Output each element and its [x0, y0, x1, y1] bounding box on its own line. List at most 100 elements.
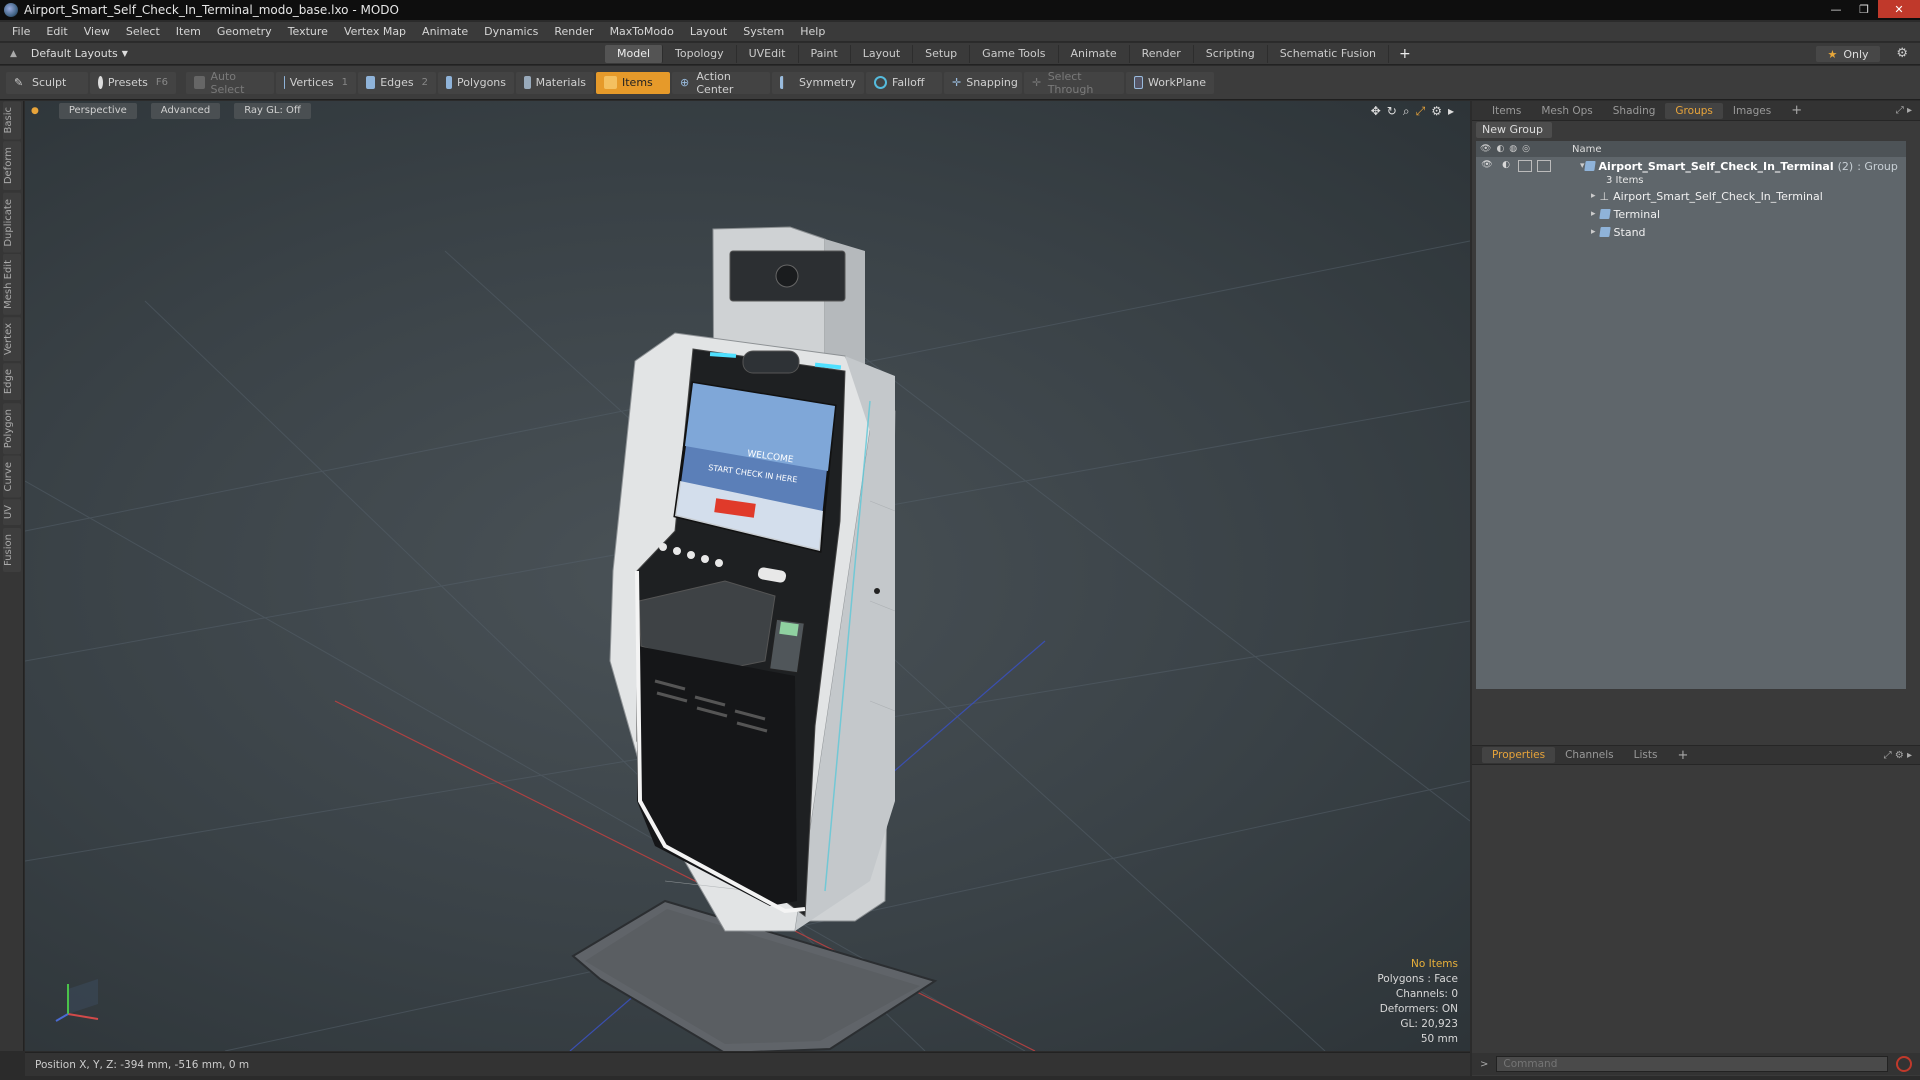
only-button[interactable]: ★ Only — [1816, 46, 1880, 62]
tab-uvedit[interactable]: UVEdit — [737, 45, 799, 63]
visibility-header-icon[interactable]: 👁 — [1480, 144, 1491, 154]
tab-channels[interactable]: Channels — [1555, 749, 1624, 761]
tab-animate[interactable]: Animate — [1059, 45, 1130, 63]
items-button[interactable]: Items — [596, 71, 670, 94]
render-header-icon[interactable]: ◐ — [1496, 144, 1504, 154]
edges-button[interactable]: Edges 2 — [358, 71, 436, 94]
presets-button[interactable]: Presets F6 — [90, 71, 176, 94]
axis-gizmo — [55, 979, 99, 1022]
list-item[interactable]: ▸ ⊥ Airport_Smart_Self_Check_In_Terminal — [1476, 187, 1906, 205]
fit-icon[interactable]: ⤢ — [1416, 104, 1426, 119]
action-center-button[interactable]: ⊕ Action Center — [672, 70, 770, 96]
panel-expand-icon[interactable]: ⤢ ▸ — [1896, 105, 1912, 116]
menu-view[interactable]: View — [76, 25, 118, 38]
lock-header-icon[interactable]: ◍ — [1509, 144, 1517, 154]
tab-schematic-fusion[interactable]: Schematic Fusion — [1268, 45, 1390, 63]
tab-layout[interactable]: Layout — [851, 45, 914, 63]
sculpt-button[interactable]: ✎ Sculpt — [6, 71, 88, 94]
auto-select-button[interactable]: Auto Select — [186, 70, 274, 96]
menu-system[interactable]: System — [735, 25, 792, 38]
minimize-button[interactable]: — — [1822, 0, 1850, 18]
select-checkbox[interactable] — [1537, 160, 1551, 172]
name-column-header[interactable]: Name — [1572, 144, 1602, 155]
select-through-button[interactable]: ✛ Select Through — [1024, 70, 1124, 96]
expand-arrow-icon[interactable]: ▸ — [1448, 104, 1454, 119]
kiosk-model[interactable]: WELCOME START CHECK IN HERE — [571, 226, 938, 1051]
workplane-button[interactable]: WorkPlane — [1126, 71, 1214, 94]
left-tab-curve[interactable]: Curve — [3, 455, 21, 498]
left-tab-polygon[interactable]: Polygon — [3, 402, 21, 454]
zoom-icon[interactable]: ⌕ — [1403, 104, 1410, 119]
left-tab-uv[interactable]: UV — [3, 499, 21, 526]
menu-file[interactable]: File — [4, 25, 38, 38]
tab-items[interactable]: Items — [1482, 105, 1531, 117]
menu-help[interactable]: Help — [792, 25, 833, 38]
select-header-icon[interactable]: ◎ — [1522, 144, 1530, 154]
menu-animate[interactable]: Animate — [414, 25, 476, 38]
projection-dropdown[interactable]: Perspective — [58, 103, 137, 119]
tab-setup[interactable]: Setup — [913, 45, 971, 63]
chevron-down-icon: ▼ — [121, 49, 128, 58]
tab-groups[interactable]: Groups — [1665, 102, 1723, 119]
viewport-settings-icon[interactable]: ⚙ — [1431, 104, 1442, 119]
tab-shading[interactable]: Shading — [1603, 105, 1666, 117]
layout-dropdown[interactable]: ▲ Default Layouts ▼ — [10, 47, 160, 60]
command-input[interactable] — [1496, 1056, 1889, 1072]
materials-button[interactable]: Materials — [516, 71, 594, 94]
style-dropdown[interactable]: Advanced — [150, 103, 221, 119]
group-row[interactable]: 👁 ◐ ▾ Airport_Smart_Self_Check_In_Termin… — [1476, 157, 1906, 175]
tab-model[interactable]: Model — [605, 45, 664, 63]
menu-dynamics[interactable]: Dynamics — [476, 25, 546, 38]
close-button[interactable]: ✕ — [1878, 0, 1920, 18]
tab-properties[interactable]: Properties — [1482, 747, 1556, 763]
menu-render[interactable]: Render — [546, 25, 601, 38]
left-tab-basic[interactable]: Basic — [3, 101, 21, 140]
left-tab-edge[interactable]: Edge — [3, 363, 21, 401]
items-label: Items — [622, 76, 653, 89]
list-item[interactable]: ▸ Terminal — [1476, 205, 1906, 223]
tab-render[interactable]: Render — [1130, 45, 1194, 63]
menu-layout[interactable]: Layout — [682, 25, 735, 38]
menu-texture[interactable]: Texture — [280, 25, 336, 38]
menu-item[interactable]: Item — [168, 25, 209, 38]
left-tab-deform[interactable]: Deform — [3, 141, 21, 191]
tab-paint[interactable]: Paint — [799, 45, 851, 63]
gear-icon[interactable]: ⚙ — [1896, 46, 1908, 61]
polygons-button[interactable]: Polygons — [438, 71, 514, 94]
menu-select[interactable]: Select — [118, 25, 168, 38]
snapping-button[interactable]: ✛ Snapping — [944, 71, 1022, 94]
add-panel-tab-icon[interactable]: + — [1781, 103, 1812, 118]
menu-vertex-map[interactable]: Vertex Map — [336, 25, 414, 38]
rotate-icon[interactable]: ↻ — [1387, 104, 1397, 119]
3d-viewport[interactable]: WELCOME START CHECK IN HERE ● Perspectiv… — [25, 101, 1470, 1051]
tab-scripting[interactable]: Scripting — [1194, 45, 1268, 63]
raygl-toggle[interactable]: Ray GL: Off — [234, 103, 311, 119]
render-toggle-icon[interactable]: ◐ — [1499, 160, 1513, 172]
menu-edit[interactable]: Edit — [38, 25, 75, 38]
list-item[interactable]: ▸ Stand — [1476, 223, 1906, 241]
tab-game-tools[interactable]: Game Tools — [970, 45, 1059, 63]
menu-maxtomodo[interactable]: MaxToModo — [602, 25, 682, 38]
falloff-button[interactable]: Falloff — [866, 71, 942, 94]
left-tab-vertex[interactable]: Vertex — [3, 317, 21, 362]
tab-mesh-ops[interactable]: Mesh Ops — [1531, 105, 1602, 117]
vertices-button[interactable]: Vertices 1 — [276, 71, 356, 94]
tab-lists[interactable]: Lists — [1624, 749, 1668, 761]
menu-geometry[interactable]: Geometry — [209, 25, 280, 38]
props-settings-icon[interactable]: ⤢ ⚙ ▸ — [1884, 750, 1912, 761]
new-group-button[interactable]: New Group — [1476, 122, 1552, 138]
left-tab-fusion[interactable]: Fusion — [3, 527, 21, 572]
maximize-button[interactable]: ❐ — [1850, 0, 1878, 18]
tab-topology[interactable]: Topology — [663, 45, 737, 63]
command-history-button[interactable] — [1896, 1056, 1913, 1072]
add-tab-icon[interactable]: + — [1389, 46, 1421, 62]
left-tab-mesh-edit[interactable]: Mesh Edit — [3, 254, 21, 316]
collapse-arrow-icon[interactable]: ▲ — [10, 49, 17, 59]
lock-checkbox[interactable] — [1518, 160, 1532, 172]
add-props-tab-icon[interactable]: + — [1667, 748, 1698, 763]
visibility-toggle-icon[interactable]: 👁 — [1480, 160, 1494, 172]
tab-images[interactable]: Images — [1723, 105, 1781, 117]
pan-icon[interactable]: ✥ — [1371, 104, 1381, 119]
left-tab-duplicate[interactable]: Duplicate — [3, 192, 21, 253]
symmetry-button[interactable]: Symmetry — [772, 71, 864, 94]
